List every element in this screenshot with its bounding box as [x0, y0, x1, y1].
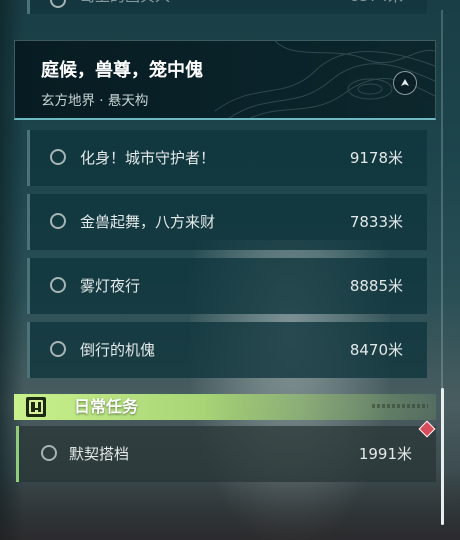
quest-radio-icon[interactable] — [50, 149, 66, 165]
quest-name: 雾灯夜行 — [80, 277, 141, 295]
quest-name: 金兽起舞，八方来财 — [80, 213, 216, 231]
daily-quest-row[interactable]: 默契搭档 1991米 — [16, 426, 436, 482]
daily-quests-label: 日常任务 — [74, 397, 139, 416]
navigate-arrow-icon[interactable] — [393, 71, 417, 95]
quest-distance: 9178米 — [349, 149, 403, 167]
quest-distance: 8470米 — [349, 341, 403, 359]
quest-row[interactable]: 金兽起舞，八方来财 7833米 — [27, 194, 427, 250]
region-title: 庭候，兽尊，笼中傀 — [41, 60, 203, 81]
quest-name: 岛上的画舆人 — [80, 0, 170, 14]
quest-row[interactable]: 雾灯夜行 8885米 — [27, 258, 427, 314]
quest-distance: 8374米 — [350, 0, 403, 14]
quest-radio-icon[interactable] — [50, 213, 66, 229]
alert-square-icon — [26, 397, 46, 417]
quest-distance: 8885米 — [349, 277, 403, 295]
region-subtitle: 玄方地界 · 悬天构 — [41, 93, 149, 109]
quest-row[interactable]: 倒行的机傀 8470米 — [27, 322, 427, 378]
daily-quests-header[interactable]: 日常任务 — [14, 394, 436, 420]
quest-row-partial[interactable]: 岛上的画舆人 8374米 — [27, 0, 427, 14]
banner-decoration — [372, 404, 428, 408]
quest-radio-icon[interactable] — [50, 0, 66, 8]
quest-row[interactable]: 化身！城市守护者！ 9178米 — [27, 130, 427, 186]
quest-distance: 7833米 — [349, 213, 403, 231]
quest-name: 倒行的机傀 — [80, 341, 156, 359]
quest-radio-icon[interactable] — [50, 277, 66, 293]
scrollbar-thumb[interactable] — [441, 388, 444, 525]
quest-distance: 1991米 — [358, 445, 412, 463]
quest-radio-icon[interactable] — [41, 445, 57, 461]
quest-radio-icon[interactable] — [50, 341, 66, 357]
quest-name: 化身！城市守护者！ — [80, 149, 216, 167]
quest-name: 默契搭档 — [69, 445, 130, 463]
region-header-card[interactable]: 庭候，兽尊，笼中傀 玄方地界 · 悬天构 — [14, 40, 436, 120]
